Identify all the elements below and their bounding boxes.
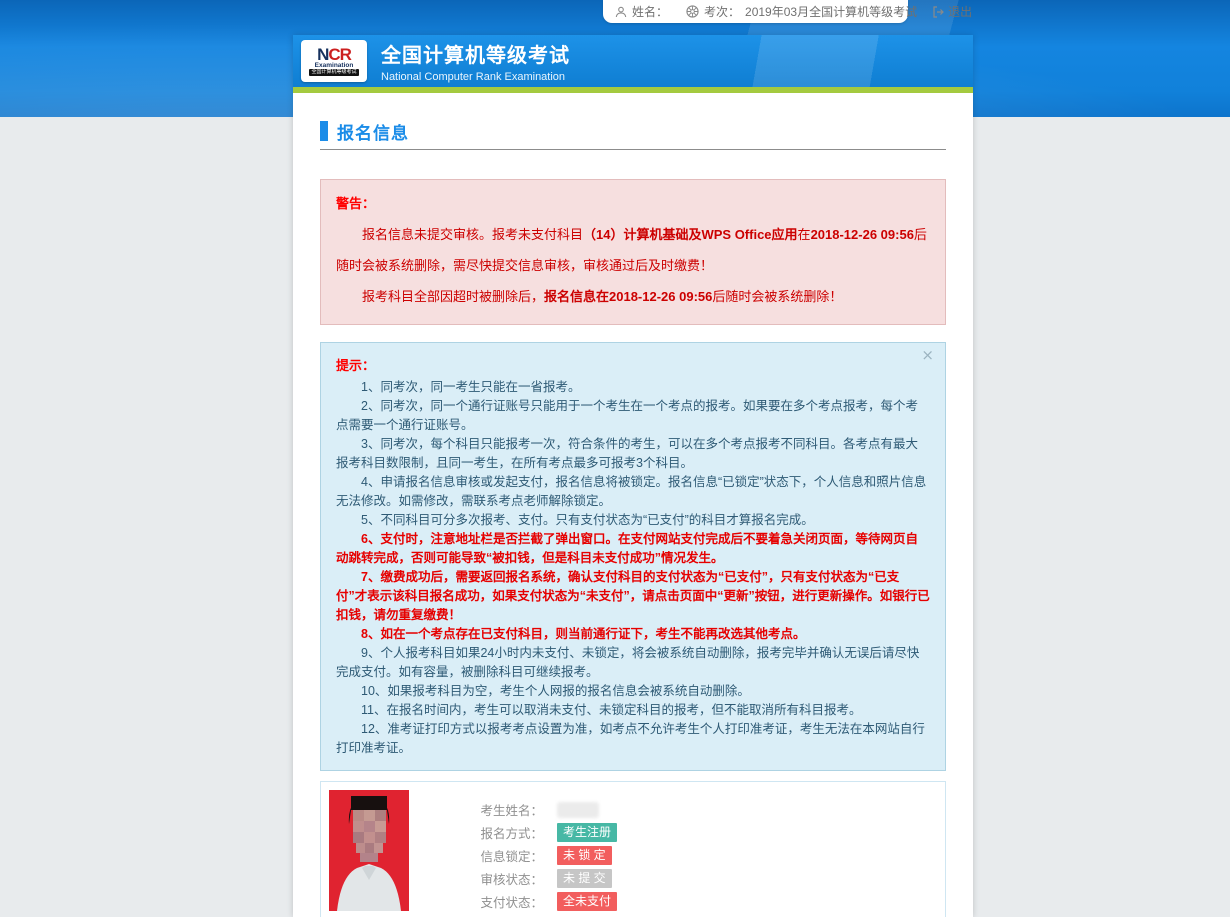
page-content: 报名信息 警告： 报名信息未提交审核。报考未支付科目（14）计算机基础及WPS … (293, 93, 973, 917)
ncre-logo: NCR Examination 全国计算机等级考试 (301, 40, 367, 82)
tips-heading: 提示： (336, 355, 930, 374)
user-icon (615, 6, 627, 18)
tip-item-10: 10、如果报考科目为空，考生个人网报的报名信息会被系统自动删除。 (336, 682, 930, 701)
candidate-info-box: 考生姓名： 报名方式： 考生注册 信息锁定： 未 锁 定 审核状态： 未 提 交… (320, 781, 946, 917)
site-title: 全国计算机等级考试 (381, 39, 570, 68)
tip-item-12: 12、准考证打印方式以报考考点设置为准，如考点不允许考生个人打印准考证，考生无法… (336, 720, 930, 758)
topbar-session-label: 考次： (704, 3, 740, 20)
site-subtitle: National Computer Rank Examination (381, 71, 570, 83)
title-divider (320, 149, 946, 150)
topbar-session-value: 2019年03月全国计算机等级考试 (745, 3, 917, 20)
logout-icon (932, 6, 944, 18)
tip-item-8: 8、如在一个考点存在已支付科目，则当前通行证下，考生不能再改选其他考点。 (336, 625, 930, 644)
main-column: NCR Examination 全国计算机等级考试 全国计算机等级考试 Nati… (293, 35, 973, 917)
topbar-name-label: 姓名： (632, 3, 668, 20)
candidate-name-row: 考生姓名： (453, 798, 617, 821)
tip-item-11: 11、在报名时间内，考生可以取消未支付、未锁定科目的报考，但不能取消所有科目报考… (336, 701, 930, 720)
logo-examination-text: Examination (315, 62, 354, 69)
session-wheel-icon (686, 5, 699, 18)
tip-item-5: 5、不同科目可分多次报考、支付。只有支付状态为“已支付”的科目才算报名完成。 (336, 511, 930, 530)
logo-strip-text: 全国计算机等级考试 (309, 69, 358, 76)
tip-item-6: 6、支付时，注意地址栏是否拦截了弹出窗口。在支付网站支付完成后不要着急关闭页面，… (336, 530, 930, 568)
title-accent-bar (320, 121, 328, 141)
candidate-name-label: 考生姓名： (453, 800, 543, 819)
review-status-badge: 未 提 交 (557, 869, 612, 888)
warning-heading: 警告： (336, 193, 930, 212)
tip-item-1: 1、同考次，同一考生只能在一省报考。 (336, 378, 930, 397)
logo-ncr-text: NCR (317, 47, 351, 62)
registration-method-badge: 考生注册 (557, 823, 617, 842)
close-icon[interactable]: × (921, 348, 934, 363)
payment-status-badge: 全未支付 (557, 892, 617, 911)
logout-button[interactable]: 退出 (932, 3, 972, 20)
registration-method-label: 报名方式： (453, 823, 543, 842)
warning-paragraph-2: 报考科目全部因超时被删除后，报名信息在2018-12-26 09:56后随时会被… (336, 281, 930, 312)
candidate-photo (329, 790, 409, 911)
logout-label: 退出 (948, 3, 972, 20)
payment-status-row: 支付状态： 全未支付 (453, 890, 617, 913)
topbar-user-tab: 姓名： 考次： 2019年03月全国计算机等级考试 退出 (603, 0, 908, 23)
warning-paragraph-1: 报名信息未提交审核。报考未支付科目（14）计算机基础及WPS Office应用在… (336, 219, 930, 281)
tips-box: × 提示： 1、同考次，同一考生只能在一省报考。 2、同考次，同一个通行证账号只… (320, 342, 946, 771)
candidate-name-blurred-value (557, 802, 599, 818)
warning-box: 警告： 报名信息未提交审核。报考未支付科目（14）计算机基础及WPS Offic… (320, 179, 946, 325)
page-title: 报名信息 (337, 119, 409, 144)
registration-method-row: 报名方式： 考生注册 (453, 821, 617, 844)
info-lock-row: 信息锁定： 未 锁 定 (453, 844, 617, 867)
tip-item-4: 4、申请报名信息审核或发起支付，报名信息将被锁定。报名信息“已锁定”状态下，个人… (336, 473, 930, 511)
tip-item-3: 3、同考次，每个科目只能报考一次，符合条件的考生，可以在多个考点报考不同科目。各… (336, 435, 930, 473)
review-status-row: 审核状态： 未 提 交 (453, 867, 617, 890)
site-header: NCR Examination 全国计算机等级考试 全国计算机等级考试 Nati… (293, 35, 973, 87)
payment-status-label: 支付状态： (453, 892, 543, 911)
info-lock-label: 信息锁定： (453, 846, 543, 865)
review-status-label: 审核状态： (453, 869, 543, 888)
tip-item-9: 9、个人报考科目如果24小时内未支付、未锁定，将会被系统自动删除，报考完毕并确认… (336, 644, 930, 682)
info-lock-badge: 未 锁 定 (557, 846, 612, 865)
tip-item-2: 2、同考次，同一个通行证账号只能用于一个考生在一个考点的报考。如果要在多个考点报… (336, 397, 930, 435)
tip-item-7: 7、缴费成功后，需要返回报名系统，确认支付科目的支付状态为“已支付”，只有支付状… (336, 568, 930, 625)
